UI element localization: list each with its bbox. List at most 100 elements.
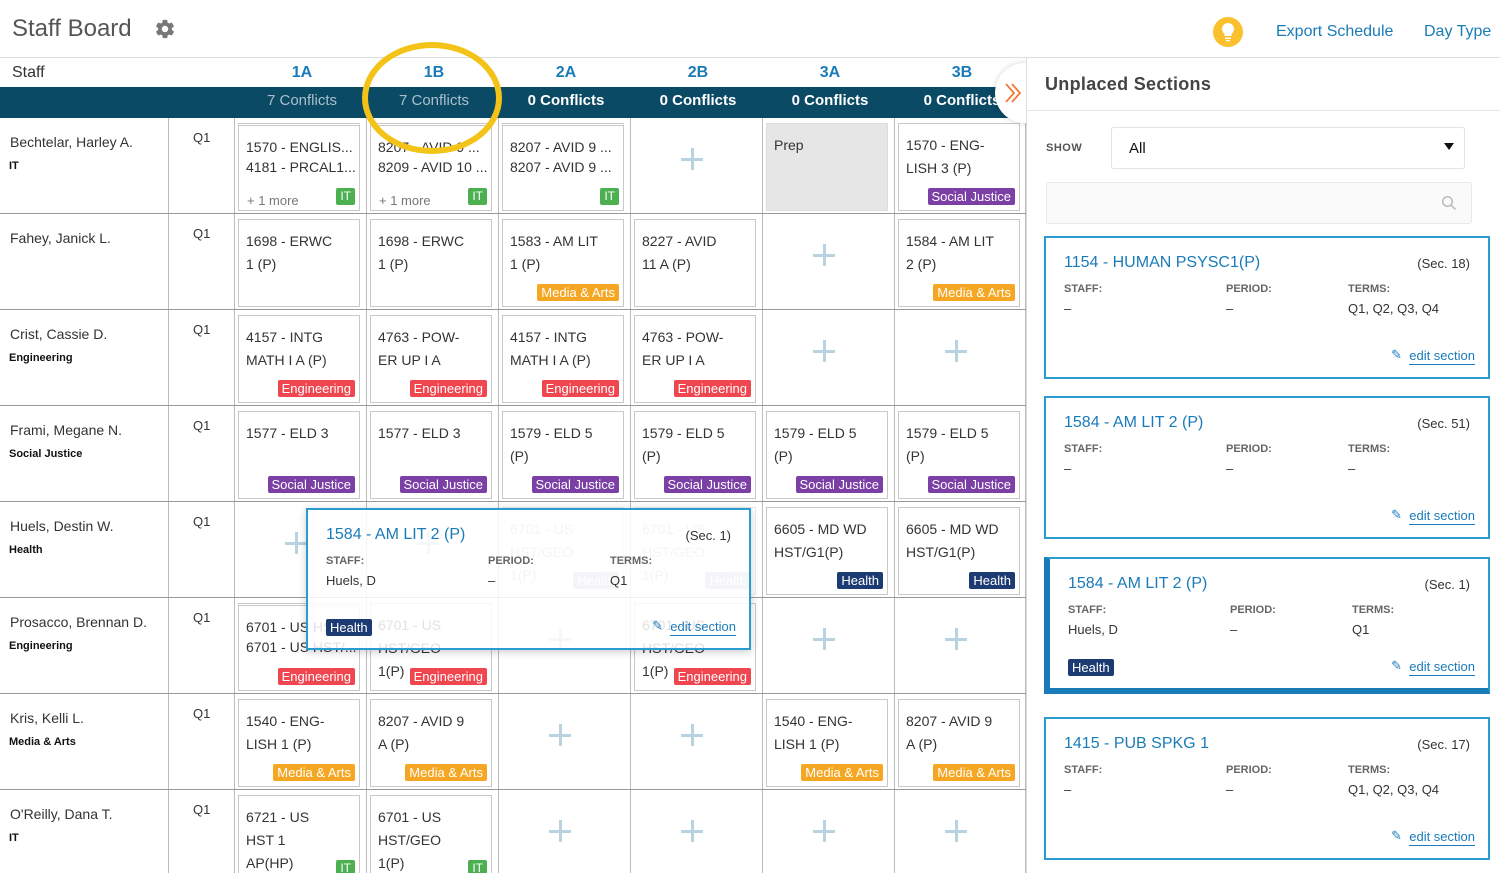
section-cell[interactable]: 1579 - ELD 5 (P) Social Justice [898, 411, 1020, 499]
section-text: 1577 - ELD 3 [246, 425, 329, 441]
section-text: 4157 - INTG MATH I A (P) [246, 329, 327, 368]
department-tag: Media & Arts [933, 284, 1015, 301]
add-section-icon[interactable] [945, 340, 967, 362]
more-sections-link[interactable]: + 1 more [247, 193, 299, 208]
section-cell[interactable]: 6605 - MD WD HST/G1(P) Health [766, 507, 888, 595]
card-section-number: (Sec. 17) [1417, 737, 1470, 752]
add-section-icon[interactable] [945, 820, 967, 842]
section-cell[interactable]: 8207 - AVID 9 A (P) Media & Arts [370, 699, 492, 787]
section-cell[interactable]: 1579 - ELD 5 (P) Social Justice [766, 411, 888, 499]
grid-line [234, 790, 235, 873]
staff-name[interactable]: Huels, Destin W. [10, 518, 113, 534]
edit-section-link[interactable]: edit section [1409, 348, 1475, 365]
section-cell[interactable]: 1577 - ELD 3 Social Justice [238, 411, 360, 499]
section-text: 1579 - ELD 5 (P) [906, 425, 989, 464]
terms-label: TERMS: [1348, 764, 1391, 776]
add-section-icon[interactable] [681, 148, 703, 170]
period-value: – [1226, 461, 1234, 476]
staff-name[interactable]: Kris, Kelli L. [10, 710, 84, 726]
section-cell[interactable]: 1577 - ELD 3 Social Justice [370, 411, 492, 499]
search-input[interactable] [1046, 182, 1472, 224]
grid-line [366, 790, 367, 873]
section-cell[interactable]: Prep [766, 123, 888, 211]
grid-line [366, 118, 367, 213]
staff-value: – [1064, 461, 1072, 476]
staff-row: Fahey, Janick L. Q1 1698 - ERWC 1 (P) 1698 … [0, 214, 1026, 310]
period-value: – [488, 573, 496, 588]
gear-icon[interactable] [154, 18, 176, 40]
add-section-icon[interactable] [813, 340, 835, 362]
add-section-icon[interactable] [681, 820, 703, 842]
section-cell[interactable]: 6605 - MD WD HST/G1(P) Health [898, 507, 1020, 595]
section-cell[interactable]: 1570 - ENG- LISH 3 (P) Social Justice [898, 123, 1020, 211]
edit-section-link[interactable]: edit section [670, 619, 736, 636]
section-cell[interactable]: 4763 - POW- ER UP I A Engineering [634, 315, 756, 403]
staff-name[interactable]: Frami, Megane N. [10, 422, 122, 438]
show-filter-select[interactable]: All [1111, 127, 1465, 169]
unplaced-section-card[interactable]: 1415 - PUB SPKG 1 (Sec. 17) STAFF: – PERIOD:… [1044, 717, 1490, 860]
grid-line [168, 118, 169, 213]
add-section-icon[interactable] [813, 820, 835, 842]
pencil-icon: ✎ [1391, 658, 1402, 673]
section-cell[interactable]: 1540 - ENG- LISH 1 (P) Media & Arts [238, 699, 360, 787]
staff-name[interactable]: Fahey, Janick L. [10, 230, 111, 246]
export-schedule-link[interactable]: Export Schedule [1276, 23, 1393, 41]
section-cell[interactable]: 8227 - AVID 11 A (P) [634, 219, 756, 307]
section-text: 1584 - AM LIT 2 (P) [906, 233, 994, 272]
section-cell[interactable]: 1579 - ELD 5 (P) Social Justice [634, 411, 756, 499]
section-cell[interactable]: 1584 - AM LIT 2 (P) Media & Arts [898, 219, 1020, 307]
grid-line [168, 310, 169, 405]
section-cell[interactable]: 6701 - US HST/GEO 1(P) IT [370, 795, 492, 873]
department-tag: Media & Arts [801, 764, 883, 781]
card-section-number: (Sec. 1) [685, 528, 731, 543]
section-cell[interactable]: 4157 - INTG MATH I A (P) Engineering [238, 315, 360, 403]
grid-line [498, 790, 499, 873]
grid-line [168, 694, 169, 789]
conflicts-count-1A[interactable]: 7 Conflicts [236, 92, 368, 109]
section-cell[interactable]: 4157 - INTG MATH I A (P) Engineering [502, 315, 624, 403]
section-cell[interactable]: 1698 - ERWC 1 (P) [238, 219, 360, 307]
add-section-icon[interactable] [813, 628, 835, 650]
section-cell[interactable]: 1583 - AM LIT 1 (P) Media & Arts [502, 219, 624, 307]
staff-name[interactable]: Prosacco, Brennan D. [10, 614, 147, 630]
section-cell[interactable]: 1570 - ENGLIS... 4181 - PRCAL1... + 1 more… [238, 123, 360, 211]
add-section-icon[interactable] [681, 724, 703, 746]
terms-value: Q1, Q2, Q3, Q4 [1348, 301, 1440, 316]
more-sections-link[interactable]: + 1 more [379, 193, 431, 208]
conflicts-count-2A[interactable]: 0 Conflicts [500, 92, 632, 109]
section-cell[interactable]: 6721 - US HST 1 AP(HP) IT [238, 795, 360, 873]
add-section-icon[interactable] [945, 628, 967, 650]
period-value: – [1226, 301, 1234, 316]
department-tag: Media & Arts [405, 764, 487, 781]
staff-department: IT [9, 160, 19, 172]
section-cell[interactable]: 8207 - AVID 9 A (P) Media & Arts [898, 699, 1020, 787]
grid-line [762, 214, 763, 309]
section-cell[interactable]: 8207 - AVID 9 ... 8207 - AVID 9 ... IT [502, 123, 624, 211]
lightbulb-icon[interactable] [1213, 17, 1243, 47]
section-cell[interactable]: 1540 - ENG- LISH 1 (P) Media & Arts [766, 699, 888, 787]
drag-section-card[interactable]: 1584 - AM LIT 2 (P) (Sec. 1) STAFF: PERI… [306, 508, 751, 650]
section-cell[interactable]: 1698 - ERWC 1 (P) [370, 219, 492, 307]
period-label: PERIOD: [1230, 604, 1276, 616]
department-tag: Media & Arts [537, 284, 619, 301]
conflicts-count-2B[interactable]: 0 Conflicts [632, 92, 764, 109]
section-cell[interactable]: 4763 - POW- ER UP I A Engineering [370, 315, 492, 403]
unplaced-section-card[interactable]: 1584 - AM LIT 2 (P) (Sec. 51) STAFF: – PERIO… [1044, 396, 1490, 539]
edit-section-link[interactable]: edit section [1409, 829, 1475, 846]
conflicts-count-3A[interactable]: 0 Conflicts [764, 92, 896, 109]
add-section-icon[interactable] [549, 724, 571, 746]
day-type-link[interactable]: Day Type [1424, 23, 1491, 41]
terms-value: Q1 [610, 573, 628, 588]
edit-section-link[interactable]: edit section [1409, 659, 1475, 676]
staff-name[interactable]: O'Reilly, Dana T. [10, 806, 113, 822]
section-text: 6605 - MD WD HST/G1(P) [906, 521, 999, 560]
staff-name[interactable]: Crist, Cassie D. [10, 326, 107, 342]
add-section-icon[interactable] [285, 532, 307, 554]
unplaced-section-card[interactable]: 1584 - AM LIT 2 (P) (Sec. 1) STAFF: Huels, … [1044, 557, 1490, 694]
unplaced-section-card[interactable]: 1154 - HUMAN PSYSC1(P) (Sec. 18) STAFF: – PE… [1044, 236, 1490, 379]
edit-section-link[interactable]: edit section [1409, 508, 1475, 525]
staff-name[interactable]: Bechtelar, Harley A. [10, 134, 133, 150]
section-cell[interactable]: 1579 - ELD 5 (P) Social Justice [502, 411, 624, 499]
add-section-icon[interactable] [813, 244, 835, 266]
add-section-icon[interactable] [549, 820, 571, 842]
